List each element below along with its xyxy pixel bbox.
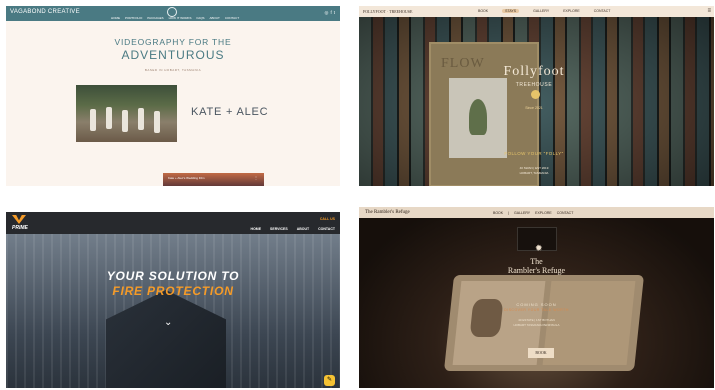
flame-logo-icon[interactable] bbox=[12, 215, 26, 224]
teacup-icon bbox=[531, 90, 540, 99]
menu-icon[interactable]: ≡ bbox=[707, 8, 711, 14]
nav-stays[interactable]: STAYS bbox=[502, 9, 520, 13]
prime-nav-links: HOME SERVICES ABOUT CONTACT bbox=[251, 227, 335, 231]
coming-soon-label: COMING SOON bbox=[516, 302, 557, 307]
nav-home[interactable]: HOME bbox=[111, 16, 120, 20]
photo-figure bbox=[106, 107, 112, 129]
tile-vagabond-creative[interactable]: VAGABOND CREATIVE HOME PORTFOLIO PACKAGE… bbox=[6, 6, 340, 186]
nav-book[interactable]: BOOK bbox=[493, 211, 503, 215]
video-title: Kate + Alec's Wedding Film bbox=[168, 176, 205, 180]
couple-title: KATE + ALEC bbox=[191, 106, 269, 118]
video-thumbnail[interactable]: Kate + Alec's Wedding Film ⋮ bbox=[163, 173, 264, 186]
nav-about[interactable]: ABOUT bbox=[297, 227, 309, 231]
rambler-brand[interactable]: The Rambler's Refuge bbox=[365, 210, 410, 215]
location-caption: BASED IN HOBART, TASMANIA bbox=[144, 68, 202, 72]
prime-navbar: PRIME CALL US HOME SERVICES ABOUT CONTAC… bbox=[6, 212, 340, 234]
chat-icon[interactable]: ✎ bbox=[324, 375, 335, 386]
rambler-nav-links: BOOK | GALLERY EXPLORE CONTACT bbox=[493, 211, 573, 215]
nav-divider: | bbox=[508, 210, 510, 215]
discover-tagline: DISCOVER YOUR TALE WORTH bbox=[504, 308, 569, 312]
nav-explore[interactable]: EXPLORE bbox=[563, 9, 580, 13]
twitter-icon[interactable]: t bbox=[334, 10, 335, 16]
hero-line-1: VIDEOGRAPHY FOR THE bbox=[114, 37, 232, 47]
tile-ramblers-refuge[interactable]: The Rambler's Refuge BOOK | GALLERY EXPL… bbox=[359, 207, 714, 388]
video-menu-icon[interactable]: ⋮ bbox=[254, 175, 258, 180]
nav-how-it-works[interactable]: HOW IT WORKS bbox=[169, 16, 192, 20]
nav-contact[interactable]: CONTACT bbox=[318, 227, 335, 231]
address-block: 40 SWAN | EST 2019 HOBART, TASMANIA bbox=[479, 166, 589, 176]
nav-gallery[interactable]: GALLERY bbox=[514, 211, 530, 215]
since-caption: Since 2021 bbox=[525, 106, 543, 110]
nav-book[interactable]: BOOK bbox=[478, 9, 488, 13]
nav-portfolio[interactable]: PORTFOLIO bbox=[125, 16, 142, 20]
scroll-down-icon[interactable]: ⌄ bbox=[164, 317, 172, 328]
nav-explore[interactable]: EXPLORE bbox=[535, 211, 552, 215]
hero-line-2: ADVENTUROUS bbox=[121, 48, 225, 62]
nav-packages[interactable]: PACKAGES bbox=[147, 16, 163, 20]
hero-line-2: FIRE PROTECTION bbox=[112, 284, 234, 298]
book-button[interactable]: BOOK bbox=[528, 348, 554, 358]
wedding-photo bbox=[76, 85, 177, 142]
follyfoot-navbar: FOLLYFOOT · TREEHOUSE BOOK STAYS GALLERY… bbox=[359, 6, 714, 17]
address-block: 40 ESTATE | 1ST BOTHAN HOBART TASMANIA P… bbox=[359, 318, 714, 327]
follyfoot-nav-links: BOOK STAYS GALLERY EXPLORE CONTACT bbox=[478, 9, 610, 13]
follow-tagline: FOLLOW YOUR "FOLLY" bbox=[504, 151, 564, 156]
tile-prime-fire-protection[interactable]: PRIME CALL US HOME SERVICES ABOUT CONTAC… bbox=[6, 212, 340, 388]
nav-services[interactable]: SERVICES bbox=[270, 227, 288, 231]
prime-brand[interactable]: PRIME bbox=[12, 225, 28, 231]
photo-figure bbox=[90, 109, 96, 131]
follyfoot-brand[interactable]: FOLLYFOOT · TREEHOUSE bbox=[363, 9, 412, 14]
nav-gallery[interactable]: GALLERY bbox=[533, 9, 549, 13]
photo-figure bbox=[138, 108, 144, 130]
social-links: ◎ f t bbox=[325, 10, 335, 16]
emblem-icon: ✹ bbox=[535, 243, 543, 253]
follyfoot-title: Follyfoot bbox=[503, 64, 565, 79]
hero-line-1: YOUR SOLUTION TO bbox=[106, 269, 240, 283]
nav-faqs[interactable]: FAQS bbox=[197, 16, 205, 20]
nav-home[interactable]: HOME bbox=[251, 227, 262, 231]
photo-figure bbox=[154, 111, 160, 133]
vagabond-navbar: VAGABOND CREATIVE HOME PORTFOLIO PACKAGE… bbox=[6, 6, 340, 21]
address-line-2: HOBART TASMANIA PENINSULA bbox=[513, 322, 560, 327]
vagabond-brand[interactable]: VAGABOND CREATIVE bbox=[10, 9, 80, 15]
nav-contact[interactable]: CONTACT bbox=[594, 9, 611, 13]
follyfoot-subtitle: TREEHOUSE bbox=[515, 82, 553, 88]
vagabond-nav-links: HOME PORTFOLIO PACKAGES HOW IT WORKS FAQ… bbox=[111, 16, 239, 20]
address-line-2: HOBART, TASMANIA bbox=[519, 171, 549, 175]
call-us-link[interactable]: CALL US bbox=[320, 217, 335, 221]
facebook-icon[interactable]: f bbox=[330, 10, 331, 16]
rambler-navbar: The Rambler's Refuge BOOK | GALLERY EXPL… bbox=[359, 207, 714, 218]
nav-about[interactable]: ABOUT bbox=[210, 16, 220, 20]
vagabond-hero-heading: VIDEOGRAPHY FOR THE ADVENTUROUS bbox=[6, 37, 340, 62]
rambler-title-line-1: The bbox=[530, 257, 543, 266]
plant-illustration bbox=[469, 99, 487, 135]
tile-follyfoot-treehouse[interactable]: FLOW FOLLYFOOT · TREEHOUSE BOOK STAYS GA… bbox=[359, 6, 714, 186]
nav-contact[interactable]: CONTACT bbox=[225, 16, 239, 20]
photo-figure bbox=[122, 110, 128, 132]
nav-contact[interactable]: CONTACT bbox=[557, 211, 574, 215]
instagram-icon[interactable]: ◎ bbox=[325, 10, 329, 16]
rambler-title-line-2: Rambler's Refuge bbox=[507, 266, 566, 275]
